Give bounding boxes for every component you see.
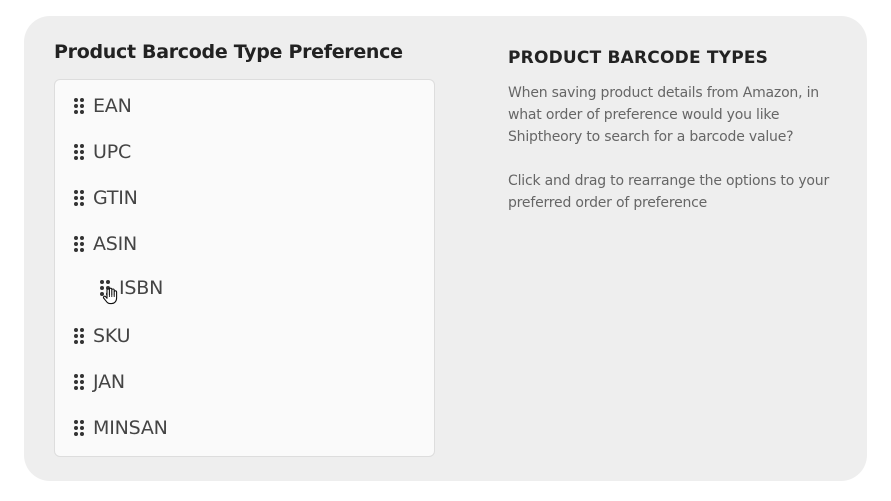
barcode-item-label: ASIN: [93, 233, 138, 255]
barcode-item-sku[interactable]: SKU: [73, 321, 131, 351]
grab-hand-cursor-icon: [102, 287, 118, 305]
help-paragraph-drag: Click and drag to rearrange the options …: [508, 173, 829, 211]
barcode-type-sortable-list[interactable]: EAN UPC GTIN ASIN ISBN SKU JAN MINSAN: [54, 79, 435, 457]
barcode-item-minsan[interactable]: MINSAN: [73, 413, 168, 443]
section-title: Product Barcode Type Preference: [54, 40, 435, 64]
drag-handle-icon[interactable]: [73, 189, 85, 207]
drag-handle-icon[interactable]: [73, 327, 85, 345]
section-title-rest: Type Preference: [233, 41, 403, 63]
drag-handle-icon[interactable]: [73, 143, 85, 161]
drag-handle-icon[interactable]: [73, 419, 85, 437]
drag-handle-icon[interactable]: [73, 235, 85, 253]
barcode-item-jan[interactable]: JAN: [73, 367, 125, 397]
barcode-preference-panel: Product Barcode Type Preference EAN UPC …: [24, 16, 867, 481]
barcode-item-label: ISBN: [119, 277, 164, 299]
drag-handle-icon[interactable]: [73, 373, 85, 391]
barcode-preference-section: Product Barcode Type Preference EAN UPC …: [54, 40, 435, 457]
barcode-item-label: JAN: [93, 371, 125, 393]
barcode-types-help: PRODUCT BARCODE TYPES When saving produc…: [508, 48, 838, 236]
barcode-item-ean[interactable]: EAN: [73, 91, 132, 121]
drag-handle-icon[interactable]: [73, 97, 85, 115]
barcode-item-label: UPC: [93, 141, 132, 163]
section-title-bold: Product Barcode: [54, 41, 228, 63]
barcode-item-upc[interactable]: UPC: [73, 137, 131, 167]
barcode-item-gtin[interactable]: GTIN: [73, 183, 138, 213]
help-paragraph-order: When saving product details from Amazon,…: [508, 85, 819, 145]
barcode-item-label: EAN: [93, 95, 132, 117]
barcode-item-isbn[interactable]: ISBN: [99, 273, 164, 305]
drag-handle-icon[interactable]: [99, 279, 118, 305]
barcode-item-label: MINSAN: [93, 417, 168, 439]
barcode-item-label: SKU: [93, 325, 131, 347]
barcode-item-label: GTIN: [93, 187, 138, 209]
barcode-item-asin[interactable]: ASIN: [73, 229, 137, 259]
help-title: PRODUCT BARCODE TYPES: [508, 48, 769, 68]
